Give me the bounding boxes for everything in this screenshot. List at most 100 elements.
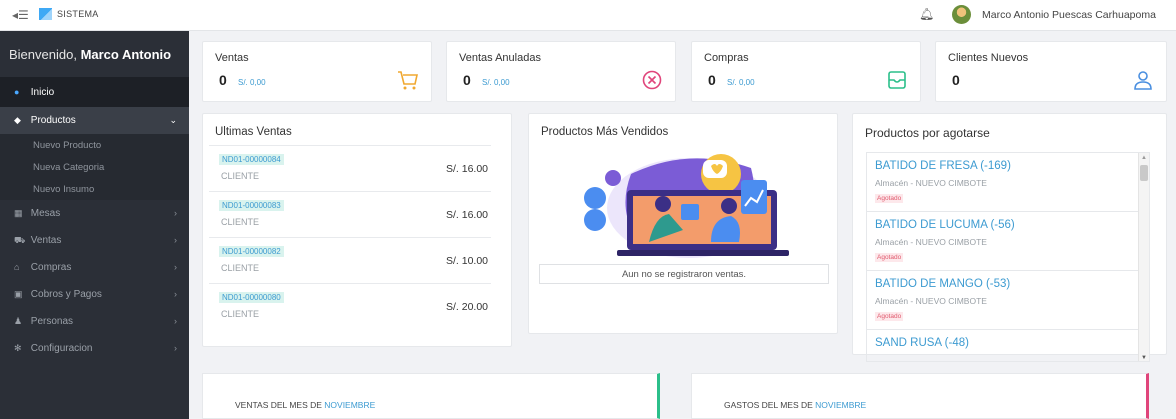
stat-value: 0 bbox=[952, 72, 960, 88]
store-icon: ⌂ bbox=[14, 262, 20, 272]
panel-title: VENTAS DEL MES DE NOVIEMBRE bbox=[235, 400, 375, 410]
stat-value: 0 bbox=[219, 72, 227, 88]
menu-toggle-icon[interactable]: ◂☰ bbox=[12, 8, 29, 22]
sidebar-item-label: Ventas bbox=[30, 235, 62, 246]
list-item[interactable]: BATIDO DE FRESA (-169) Almacén - NUEVO C… bbox=[867, 153, 1149, 212]
sale-code[interactable]: ND01-00000080 bbox=[219, 292, 284, 303]
stat-money: S/. 0,00 bbox=[482, 78, 510, 87]
product-warehouse: Almacén - NUEVO CIMBOTE bbox=[875, 178, 987, 188]
chevron-right-icon: › bbox=[174, 289, 177, 299]
stat-card-clientes-nuevos: Clientes Nuevos 0 bbox=[935, 41, 1167, 102]
scroll-down-icon[interactable]: ▼ bbox=[1141, 355, 1147, 361]
user-icon bbox=[1134, 71, 1152, 90]
close-circle-icon bbox=[642, 70, 662, 90]
sale-code[interactable]: ND01-00000082 bbox=[219, 246, 284, 257]
list-item[interactable]: BATIDO DE LUCUMA (-56) Almacén - NUEVO C… bbox=[867, 212, 1149, 271]
stat-money: S/. 0,00 bbox=[727, 78, 755, 87]
empty-sales-message: Aun no se registraron ventas. bbox=[539, 264, 829, 284]
scroll-up-icon[interactable]: ▲ bbox=[1141, 155, 1147, 161]
sidebar-item-ventas[interactable]: ⛟ Ventas › bbox=[0, 227, 189, 254]
sidebar-item-productos[interactable]: ◆ Productos ⌄ bbox=[0, 107, 189, 134]
submenu-item-nueva-categoria[interactable]: Nueva Categoria bbox=[0, 156, 189, 178]
notification-icon[interactable]: 🔔︎ bbox=[919, 7, 934, 21]
gear-icon: ✻ bbox=[14, 343, 22, 353]
panel-title-prefix: GASTOS DEL MES DE bbox=[724, 400, 816, 410]
product-name[interactable]: BATIDO DE LUCUMA (-56) bbox=[875, 219, 1015, 231]
sale-amount: S/. 16.00 bbox=[445, 163, 488, 175]
sidebar-item-label: Cobros y Pagos bbox=[30, 289, 102, 300]
welcome-prefix: Bienvenido, bbox=[9, 47, 81, 62]
sale-client: CLIENTE bbox=[221, 309, 260, 319]
stat-value: 0 bbox=[708, 72, 716, 88]
stat-card-ventas-anuladas: Ventas Anuladas 0 S/. 0,00 bbox=[446, 41, 676, 102]
user-name[interactable]: Marco Antonio Puescas Carhuapoma bbox=[982, 9, 1156, 21]
sidebar-item-personas[interactable]: ♟ Personas › bbox=[0, 308, 189, 335]
status-badge: Agotado bbox=[875, 194, 904, 203]
sidebar-item-label: Personas bbox=[30, 316, 74, 327]
card-title: Productos Más Vendidos bbox=[541, 126, 669, 138]
sale-row[interactable]: ND01-00000082 CLIENTE S/. 10.00 bbox=[209, 237, 491, 283]
list-scrollbar[interactable]: ▲ ▼ bbox=[1138, 153, 1149, 361]
sidebar-item-label: Compras bbox=[30, 262, 72, 273]
sale-code[interactable]: ND01-00000084 bbox=[219, 154, 284, 165]
sidebar-item-configuracion[interactable]: ✻ Configuracion › bbox=[0, 335, 189, 362]
product-name[interactable]: BATIDO DE MANGO (-53) bbox=[875, 278, 1010, 290]
box-icon: ◆ bbox=[14, 115, 21, 125]
sidebar: Bienvenido, Marco Antonio ● Inicio ◆ Pro… bbox=[0, 31, 189, 419]
sale-client: CLIENTE bbox=[221, 263, 260, 273]
stat-label: Compras bbox=[704, 52, 749, 64]
status-badge: Agotado bbox=[875, 253, 904, 262]
chevron-down-icon: ⌄ bbox=[169, 115, 177, 125]
submenu-item-nuevo-producto[interactable]: Nuevo Producto bbox=[0, 134, 189, 156]
sidebar-item-label: Mesas bbox=[30, 208, 61, 219]
sale-row[interactable]: ND01-00000083 CLIENTE S/. 16.00 bbox=[209, 191, 491, 237]
money-icon: ▣ bbox=[14, 289, 23, 299]
cart-icon: ⛟ bbox=[14, 235, 26, 245]
welcome-name: Marco Antonio bbox=[80, 47, 172, 62]
chevron-right-icon: › bbox=[174, 235, 177, 245]
product-name[interactable]: SAND RUSA (-48) bbox=[875, 337, 969, 349]
system-logo-icon bbox=[39, 8, 52, 20]
dashboard-icon: ● bbox=[14, 87, 20, 97]
stat-value: 0 bbox=[463, 72, 471, 88]
stat-label: Ventas Anuladas bbox=[459, 52, 541, 64]
sidebar-item-label: Configuracion bbox=[30, 343, 93, 354]
user-avatar[interactable] bbox=[952, 5, 971, 24]
empty-sales-illustration bbox=[584, 154, 789, 258]
sidebar-item-inicio[interactable]: ● Inicio bbox=[0, 77, 189, 107]
chevron-right-icon: › bbox=[174, 208, 177, 218]
stat-label: Clientes Nuevos bbox=[948, 52, 1029, 64]
mas-vendidos-card: Productos Más Vendidos Aun no se registr… bbox=[528, 113, 838, 334]
gastos-mes-panel: GASTOS DEL MES DE NOVIEMBRE bbox=[691, 373, 1149, 419]
sidebar-item-mesas[interactable]: ▦ Mesas › bbox=[0, 200, 189, 227]
sale-code[interactable]: ND01-00000083 bbox=[219, 200, 284, 211]
sale-amount: S/. 16.00 bbox=[445, 209, 488, 221]
sale-amount: S/. 10.00 bbox=[445, 255, 488, 267]
sale-row[interactable]: ND01-00000084 CLIENTE S/. 16.00 bbox=[209, 145, 491, 191]
brand-label: SISTEMA bbox=[57, 9, 99, 19]
top-navbar: ◂☰ SISTEMA 🔔︎ Marco Antonio Puescas Carh… bbox=[0, 0, 1176, 31]
sidebar-item-label: Productos bbox=[30, 115, 76, 126]
low-stock-list[interactable]: BATIDO DE FRESA (-169) Almacén - NUEVO C… bbox=[866, 152, 1150, 362]
list-item[interactable]: SAND RUSA (-48) bbox=[867, 330, 1149, 361]
product-name[interactable]: BATIDO DE FRESA (-169) bbox=[875, 160, 1011, 172]
sale-client: CLIENTE bbox=[221, 217, 260, 227]
sale-row[interactable]: ND01-00000080 CLIENTE S/. 20.00 bbox=[209, 283, 491, 329]
list-item[interactable]: BATIDO DE MANGO (-53) Almacén - NUEVO CI… bbox=[867, 271, 1149, 330]
ventas-mes-panel: VENTAS DEL MES DE NOVIEMBRE bbox=[202, 373, 660, 419]
card-title: Ultimas Ventas bbox=[215, 126, 292, 138]
stat-card-compras: Compras 0 S/. 0,00 bbox=[691, 41, 921, 102]
ultimas-ventas-card: Ultimas Ventas ND01-00000084 CLIENTE S/.… bbox=[202, 113, 512, 347]
user-icon: ♟ bbox=[14, 316, 23, 326]
card-title: Productos por agotarse bbox=[865, 126, 990, 140]
stat-money: S/. 0,00 bbox=[238, 78, 266, 87]
stat-label: Ventas bbox=[215, 52, 249, 64]
status-badge: Agotado bbox=[875, 312, 904, 321]
panel-title-month: NOVIEMBRE bbox=[815, 400, 867, 410]
sidebar-item-compras[interactable]: ⌂ Compras › bbox=[0, 254, 189, 281]
sidebar-item-cobros-pagos[interactable]: ▣ Cobros y Pagos › bbox=[0, 281, 189, 308]
scrollbar-thumb[interactable] bbox=[1140, 165, 1148, 181]
submenu-item-nuevo-insumo[interactable]: Nuevo Insumo bbox=[0, 178, 189, 200]
cart-icon bbox=[398, 71, 418, 90]
productos-agotarse-card: Productos por agotarse BATIDO DE FRESA (… bbox=[852, 113, 1167, 362]
